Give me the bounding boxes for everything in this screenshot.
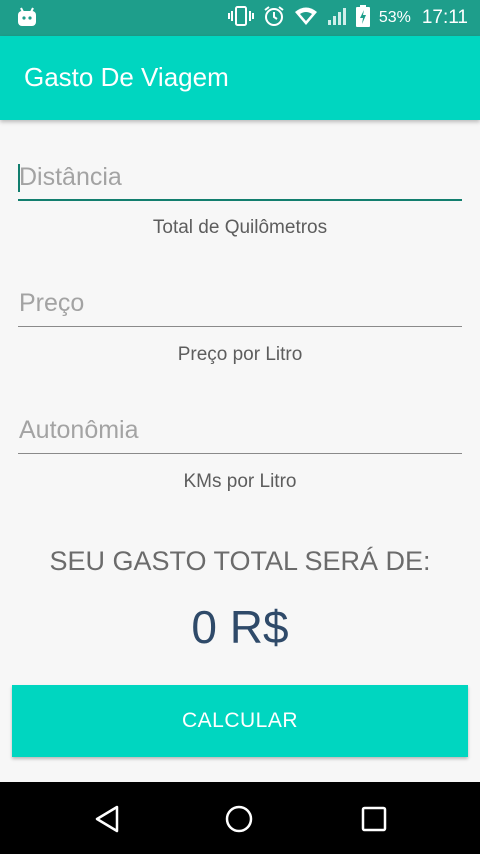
price-helper-text: Preço por Litro xyxy=(177,344,303,365)
page-title: Gasto De Viagem xyxy=(24,62,229,92)
price-field[interactable] xyxy=(18,281,462,327)
autonomy-field[interactable] xyxy=(18,408,462,454)
back-icon[interactable] xyxy=(92,804,122,839)
autonomy-underline xyxy=(18,453,462,454)
signal-icon xyxy=(327,6,347,31)
distance-helper-text: Total de Quilômetros xyxy=(152,217,328,238)
distance-input[interactable] xyxy=(18,155,462,199)
status-bar: 53% 17:11 xyxy=(0,0,480,36)
price-underline xyxy=(18,326,462,327)
android-icon xyxy=(16,7,38,32)
distance-field[interactable] xyxy=(18,155,462,201)
home-icon[interactable] xyxy=(224,804,254,839)
wifi-icon xyxy=(294,6,318,31)
alarm-icon xyxy=(263,5,285,32)
battery-percent: 53% xyxy=(378,9,411,26)
navigation-bar xyxy=(0,782,480,854)
calculate-button[interactable]: CALCULAR xyxy=(12,685,468,757)
vibrate-icon xyxy=(227,5,254,31)
battery-charging-icon xyxy=(355,4,370,32)
clock: 17:11 xyxy=(421,7,468,28)
autonomy-input[interactable] xyxy=(18,408,462,452)
result-value: 0 R$ xyxy=(191,601,289,653)
distance-underline xyxy=(18,199,462,201)
result-label: SEU GASTO TOTAL SERÁ DE: xyxy=(49,546,431,576)
text-cursor xyxy=(18,164,20,192)
app-bar: Gasto De Viagem xyxy=(0,36,480,120)
autonomy-helper-text: KMs por Litro xyxy=(183,471,297,492)
price-input[interactable] xyxy=(18,281,462,325)
recents-icon[interactable] xyxy=(359,804,389,839)
